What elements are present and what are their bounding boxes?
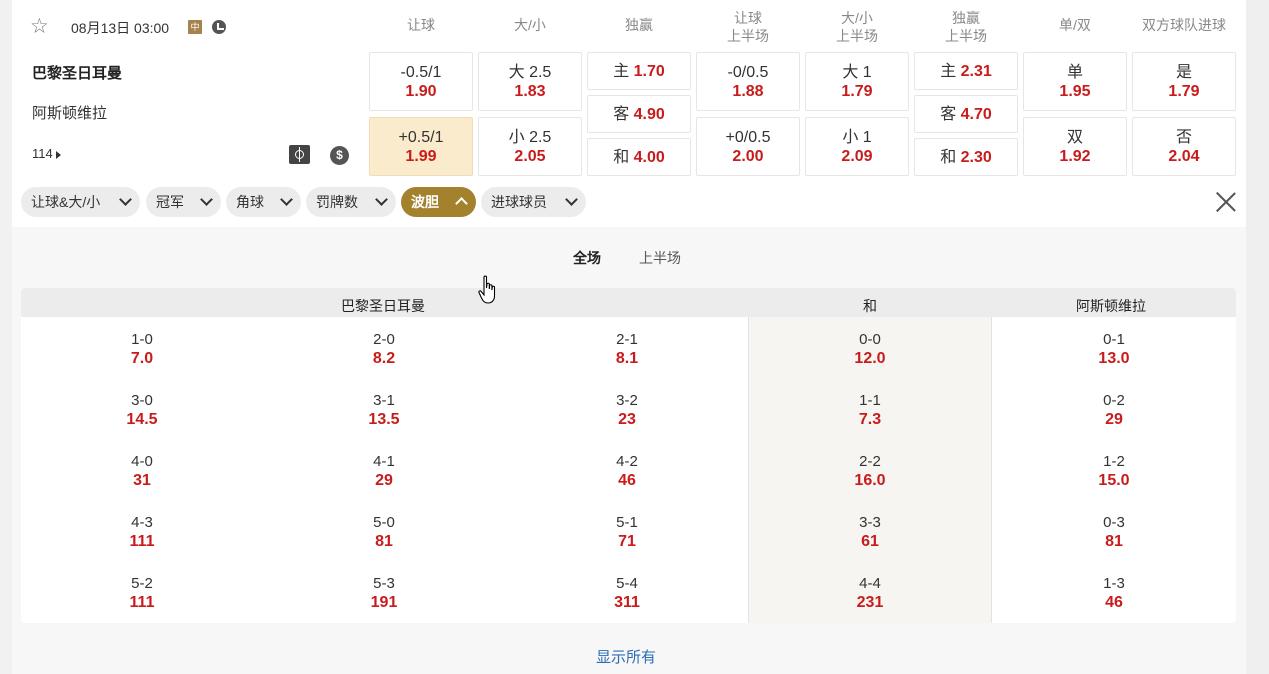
odd-cell-handicap-away[interactable]: +0.5/1 1.99 [369, 117, 473, 176]
star-icon[interactable]: ☆ [30, 16, 52, 38]
odd-cell-total-1h-over[interactable]: 大 1 1.79 [805, 52, 909, 111]
tab-cards[interactable]: 罚牌数 [306, 187, 396, 217]
score-cell-away[interactable]: 1-3 46 [1044, 574, 1184, 613]
odd-cell-odd[interactable]: 单 1.95 [1023, 52, 1127, 111]
odd-cell-moneyline-away[interactable]: 客 4.90 [587, 95, 691, 133]
odd-cell-total-over[interactable]: 大 2.5 1.83 [478, 52, 582, 111]
team-home: 巴黎圣日耳曼 [32, 65, 123, 82]
score-cell[interactable]: 4-2 46 [557, 452, 697, 491]
subtab-first-half[interactable]: 上半场 [639, 248, 681, 268]
hand-cursor-icon [478, 275, 496, 304]
odd-cell-handicap-1h-away[interactable]: +0/0.5 2.00 [696, 117, 800, 176]
col-header-total: 大/小 [514, 17, 546, 33]
chevron-down-icon [375, 193, 388, 206]
odd-cell-total-under[interactable]: 小 2.5 2.05 [478, 117, 582, 176]
odd-cell-moneyline-1h-away[interactable]: 客 4.70 [914, 95, 1018, 133]
subtab-full-time[interactable]: 全场 [573, 248, 601, 268]
chevron-up-icon [455, 197, 468, 210]
score-cell[interactable]: 1-0 7.0 [72, 330, 212, 369]
match-datetime: 08月13日 03:00 [71, 20, 170, 36]
score-cell-away[interactable]: 0-3 81 [1044, 513, 1184, 552]
col-header-btts: 双方球队进球 [1142, 17, 1226, 33]
score-cell-away[interactable]: 1-2 15.0 [1044, 452, 1184, 491]
odd-cell-moneyline-1h-draw[interactable]: 和 2.30 [914, 138, 1018, 176]
score-cell[interactable]: 2-0 8.2 [314, 330, 454, 369]
odd-cell-handicap-home[interactable]: -0.5/1 1.90 [369, 52, 473, 111]
odd-cell-handicap-1h-home[interactable]: -0/0.5 1.88 [696, 52, 800, 111]
grid-header-away: 阿斯顿维拉 [1076, 298, 1146, 314]
tab-goalscorer[interactable]: 进球球员 [481, 187, 586, 217]
odd-cell-moneyline-home[interactable]: 主 1.70 [587, 52, 691, 90]
col-header-handicap-1h: 让球 上半场 [727, 10, 769, 44]
score-cell-away[interactable]: 0-1 13.0 [1044, 330, 1184, 369]
col-header-odd-even: 单/双 [1059, 17, 1091, 33]
odd-cell-moneyline-1h-home[interactable]: 主 2.31 [914, 52, 1018, 90]
score-cell[interactable]: 5-4 311 [557, 574, 697, 613]
grid-header-draw: 和 [863, 298, 877, 314]
score-cell[interactable]: 4-0 31 [72, 452, 212, 491]
chevron-down-icon [119, 193, 132, 206]
correct-score-grid: 巴黎圣日耳曼 和 阿斯顿维拉 1-0 7.0 2-0 8.2 2-1 8.1 3-0 1… [21, 288, 1236, 623]
grid-header: 巴黎圣日耳曼 和 阿斯顿维拉 [21, 288, 1236, 317]
scrollbar-track[interactable] [1246, 0, 1269, 674]
score-cell-away[interactable]: 0-2 29 [1044, 391, 1184, 430]
col-header-total-1h: 大/小 上半场 [836, 10, 878, 44]
score-cell-draw[interactable]: 4-4 231 [800, 574, 940, 613]
tab-correct-score[interactable]: 波胆 [401, 187, 476, 217]
chevron-down-icon [565, 193, 578, 206]
score-cell[interactable]: 3-1 13.5 [314, 391, 454, 430]
score-cell[interactable]: 5-1 71 [557, 513, 697, 552]
field-icon[interactable] [289, 145, 310, 164]
more-markets-link[interactable]: 114 [32, 146, 61, 161]
col-header-handicap: 让球 [407, 17, 435, 33]
grid-header-home: 巴黎圣日耳曼 [341, 298, 425, 314]
chevron-down-icon [200, 193, 213, 206]
col-header-moneyline: 独赢 [625, 17, 653, 33]
odd-cell-btts-no[interactable]: 否 2.04 [1132, 117, 1236, 176]
tab-outright[interactable]: 冠军 [146, 187, 221, 217]
score-cell[interactable]: 4-3 111 [72, 513, 212, 552]
score-cell[interactable]: 3-0 14.5 [72, 391, 212, 430]
language-badge: 中 [188, 20, 202, 34]
close-icon[interactable] [1215, 191, 1237, 213]
dollar-icon[interactable]: $ [330, 146, 349, 165]
score-cell-draw[interactable]: 2-2 16.0 [800, 452, 940, 491]
odd-cell-btts-yes[interactable]: 是 1.79 [1132, 52, 1236, 111]
odd-cell-total-1h-under[interactable]: 小 1 2.09 [805, 117, 909, 176]
caret-right-icon [55, 150, 61, 159]
odd-cell-moneyline-draw[interactable]: 和 4.00 [587, 138, 691, 176]
score-cell-draw[interactable]: 0-0 12.0 [800, 330, 940, 369]
team-away: 阿斯顿维拉 [32, 105, 108, 122]
tab-handicap-total[interactable]: 让球&大/小 [21, 187, 140, 217]
score-cell[interactable]: 5-0 81 [314, 513, 454, 552]
odd-cell-even[interactable]: 双 1.92 [1023, 117, 1127, 176]
score-cell-draw[interactable]: 1-1 7.3 [800, 391, 940, 430]
score-cell[interactable]: 3-2 23 [557, 391, 697, 430]
more-markets-count: 114 [32, 146, 53, 161]
chevron-down-icon [280, 193, 293, 206]
score-cell[interactable]: 2-1 8.1 [557, 330, 697, 369]
col-header-moneyline-1h: 独赢 上半场 [945, 10, 987, 44]
score-cell[interactable]: 5-3 191 [314, 574, 454, 613]
match-card: ☆ 08月13日 03:00 中 巴黎圣日耳曼 阿斯顿维拉 114 $ 让球 大… [12, 0, 1246, 227]
show-all-link[interactable]: 显示所有 [596, 646, 656, 667]
score-cell[interactable]: 5-2 111 [72, 574, 212, 613]
score-cell[interactable]: 4-1 29 [314, 452, 454, 491]
clock-icon [212, 20, 226, 34]
score-cell-draw[interactable]: 3-3 61 [800, 513, 940, 552]
main-panel: ☆ 08月13日 03:00 中 巴黎圣日耳曼 阿斯顿维拉 114 $ 让球 大… [12, 0, 1246, 674]
tab-corners[interactable]: 角球 [226, 187, 301, 217]
